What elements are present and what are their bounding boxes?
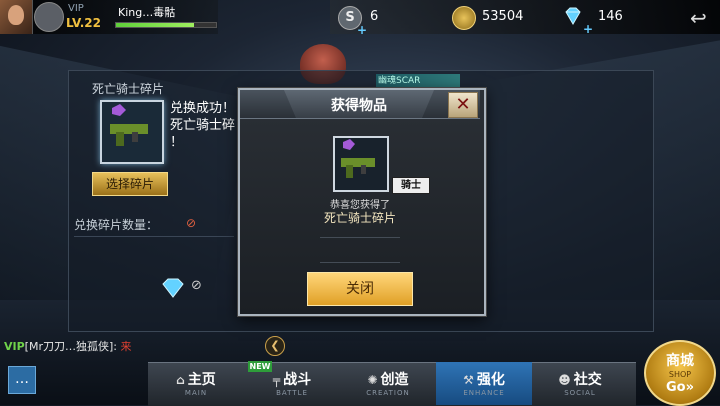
exchange-count-value: ⊘: [186, 216, 197, 230]
nav-enhance-sub: ENHANCE: [463, 389, 505, 397]
player-name: King…毒骷: [118, 6, 176, 19]
dialog-divider-bottom: [320, 262, 400, 263]
xp-bar: [115, 22, 217, 28]
dialog-title: 获得物品: [331, 98, 387, 114]
weapon-tag: 幽魂SCAR: [376, 74, 460, 88]
vip-label: VIP: [68, 3, 84, 14]
chat-expand-icon[interactable]: ❮: [265, 336, 285, 356]
new-badge: NEW: [248, 361, 272, 372]
shop-label: 商城: [666, 353, 694, 369]
select-fragment-button[interactable]: 选择碎片: [92, 172, 168, 196]
diamond-plus-icon[interactable]: +: [583, 18, 593, 37]
chat-vip: VIP: [4, 340, 25, 353]
s-point-plus-icon[interactable]: +: [357, 19, 367, 38]
nav-main-label: 主页: [187, 372, 216, 388]
nav-social[interactable]: ☻ 社交 SOCIAL: [532, 362, 628, 405]
people-icon: ☻: [558, 373, 571, 387]
close-button[interactable]: 关闭: [307, 272, 413, 306]
panel-title: 死亡骑士碎片: [92, 82, 165, 96]
reward-item-slot: [333, 136, 389, 192]
nav-battle-sub: BATTLE: [276, 389, 308, 397]
chat-message: [Mr刀刀…独孤侠]:: [24, 340, 117, 353]
gun-icon: ╤: [272, 373, 281, 387]
exchange-count-label: 兑换碎片数量：: [74, 218, 159, 232]
shop-button[interactable]: 商城 SHOP Go»: [644, 340, 716, 406]
diamond-value: 146: [598, 9, 623, 24]
dialog-divider-top: [320, 237, 400, 238]
nav-main[interactable]: ⌂ 主页 MAIN: [148, 362, 244, 405]
bulb-icon: ✺: [367, 373, 378, 387]
cost-diamond-icon: [162, 278, 184, 298]
nav-creation-label: 创造: [380, 372, 409, 388]
diamond-icon: [565, 7, 581, 25]
knight-badge: 骑士: [392, 177, 430, 194]
shop-go-label: Go»: [666, 380, 694, 395]
success-line-2: 死亡骑士碎: [170, 118, 236, 133]
weapon-fragment-icon: [110, 104, 148, 146]
cost-value: ⊘: [191, 278, 202, 293]
shop-sub-label: SHOP: [668, 370, 692, 379]
back-icon[interactable]: ↩: [690, 6, 707, 30]
home-icon: ⌂: [176, 373, 185, 387]
avatar[interactable]: [0, 0, 33, 34]
gold-value: 53504: [482, 9, 524, 24]
chat-bubble-icon[interactable]: …: [8, 366, 36, 394]
chat-ticker[interactable]: VIP[Mr刀刀…独孤侠]: 来: [4, 338, 131, 354]
nav-creation-sub: CREATION: [366, 389, 410, 397]
nav-social-label: 社交: [573, 372, 602, 388]
player-level: LV.22: [66, 16, 101, 30]
s-point-value: 6: [370, 9, 379, 24]
nav-social-sub: SOCIAL: [564, 389, 596, 397]
chat-extra: 来: [120, 340, 132, 353]
xp-bar-fill: [116, 23, 194, 27]
divider: [74, 236, 234, 237]
avatar-face: [8, 5, 24, 25]
currency-bar: [330, 0, 720, 34]
close-icon[interactable]: ✕: [448, 92, 478, 118]
rank-badge-icon: [34, 2, 64, 32]
reward-weapon-icon: [341, 139, 375, 178]
gold-coin-icon: [452, 6, 476, 30]
nav-main-sub: MAIN: [184, 389, 208, 397]
success-line-3: ！: [170, 135, 184, 150]
hammer-icon: ⚒: [463, 373, 474, 387]
nav-creation[interactable]: ✺ 创造 CREATION: [340, 362, 436, 405]
nav-enhance-label: 强化: [476, 372, 505, 388]
reward-item-name: 死亡骑士碎片: [323, 211, 396, 225]
nav-enhance[interactable]: ⚒ 强化 ENHANCE: [436, 362, 532, 405]
exchange-success-message: 兑换成功！ 死亡骑士碎 ！: [170, 100, 240, 151]
nav-battle-label: 战斗: [283, 372, 312, 388]
fragment-item-slot[interactable]: [100, 100, 164, 164]
success-line-1: 兑换成功！: [170, 101, 236, 116]
